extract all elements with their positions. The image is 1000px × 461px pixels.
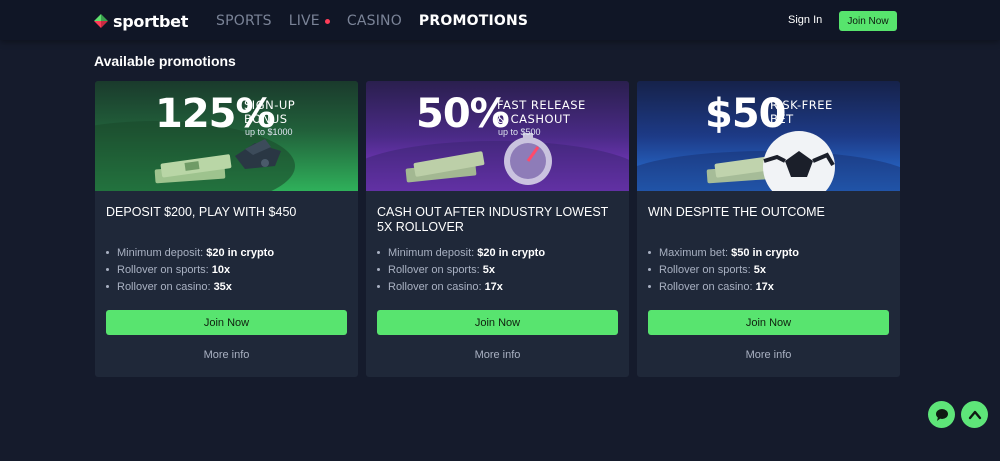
nav-live[interactable]: LIVE (289, 13, 330, 29)
banner-line-2: & CASHOUT (497, 112, 571, 126)
nav-sports-label: SPORTS (216, 13, 272, 29)
detail-value: $20 in crypto (477, 246, 546, 259)
nav-casino[interactable]: CASINO (347, 13, 402, 29)
promo-details-list: Minimum deposit: $20 in crypto Rollover o… (106, 244, 351, 295)
detail-value: 17x (755, 280, 774, 293)
banner-line-1: FAST RELEASE (497, 98, 586, 112)
detail-label: Maximum bet: (659, 246, 729, 259)
chevron-up-icon (968, 410, 981, 419)
banner-line-2: BET (770, 112, 794, 126)
detail-item: Rollover on casino: 35x (106, 278, 351, 295)
nav-promotions[interactable]: PROMOTIONS (419, 13, 528, 29)
promo-card-risk-free-bet: $50 RISK-FREE BET WIN DESPITE THE OUTCOM… (637, 81, 900, 377)
detail-value: $20 in crypto (206, 246, 275, 259)
scroll-to-top-button[interactable] (961, 401, 988, 428)
detail-label: Rollover on sports: (388, 263, 480, 276)
banner-big-number: 50% (416, 91, 510, 137)
promo-title: WIN DESPITE THE OUTCOME (648, 205, 825, 219)
chat-bubble-icon (935, 408, 948, 421)
detail-item: Rollover on sports: 5x (377, 261, 622, 278)
detail-item: Minimum deposit: $20 in crypto (377, 244, 622, 261)
promo-card-fast-release: 50% FAST RELEASE & CASHOUT up to $500 CA… (366, 81, 629, 377)
detail-value: 17x (484, 280, 503, 293)
detail-value: 5x (482, 263, 495, 276)
nav-live-label: LIVE (288, 13, 320, 29)
detail-value: $50 in crypto (731, 246, 799, 259)
banner-subline: up to $500 (498, 127, 541, 137)
join-now-button[interactable]: Join Now (377, 310, 618, 335)
detail-item: Rollover on casino: 17x (377, 278, 622, 295)
main-nav: SPORTS LIVE CASINO PROMOTIONS (216, 13, 545, 29)
promo-banner: $50 RISK-FREE BET (637, 81, 900, 191)
top-navigation-bar: sportbet SPORTS LIVE CASINO PROMOTIONS S… (0, 0, 1000, 40)
join-now-button[interactable]: Join Now (648, 310, 889, 335)
logo-text: sportbet (113, 11, 189, 31)
join-now-button[interactable]: Join Now (106, 310, 347, 335)
promo-title: CASH OUT AFTER INDUSTRY LOWEST 5X ROLLOV… (377, 205, 609, 234)
banner-line-1: SIGN-UP (244, 98, 296, 112)
detail-value: 10x (211, 263, 231, 276)
detail-label: Rollover on casino: (659, 280, 753, 293)
banner-subline: up to $1000 (245, 127, 293, 137)
promo-details-list: Maximum bet: $50 in crypto Rollover on sp… (648, 244, 893, 295)
detail-value: 35x (213, 280, 232, 293)
banner-line-2: BONUS (244, 112, 288, 126)
detail-item: Rollover on casino: 17x (648, 278, 893, 295)
promo-card-signup-bonus: 125% SIGN-UP BONUS up to $1000 DEPOSIT $… (95, 81, 358, 377)
detail-item: Rollover on sports: 5x (648, 261, 893, 278)
live-indicator-dot (324, 18, 330, 24)
more-info-link[interactable]: More info (637, 349, 900, 361)
section-title: Available promotions (94, 53, 236, 69)
sportbet-logo[interactable]: sportbet (94, 11, 188, 31)
join-now-header-button[interactable]: Join Now (839, 11, 897, 31)
detail-item: Maximum bet: $50 in crypto (648, 244, 893, 261)
sign-in-link[interactable]: Sign In (788, 14, 822, 26)
detail-label: Minimum deposit: (117, 246, 204, 259)
promo-banner: 50% FAST RELEASE & CASHOUT up to $500 (366, 81, 629, 191)
detail-value: 5x (753, 263, 766, 276)
detail-label: Rollover on casino: (388, 280, 482, 293)
logo-mark-icon (94, 14, 109, 28)
banner-line-1: RISK-FREE (770, 98, 833, 112)
nav-sports[interactable]: SPORTS (216, 13, 272, 29)
promo-banner: 125% SIGN-UP BONUS up to $1000 (95, 81, 358, 191)
more-info-link[interactable]: More info (95, 349, 358, 361)
detail-label: Minimum deposit: (388, 246, 475, 259)
more-info-link[interactable]: More info (366, 349, 629, 361)
detail-item: Minimum deposit: $20 in crypto (106, 244, 351, 261)
chat-button[interactable] (928, 401, 955, 428)
nav-casino-label: CASINO (346, 13, 402, 29)
detail-label: Rollover on sports: (659, 263, 751, 276)
detail-label: Rollover on casino: (117, 280, 211, 293)
detail-label: Rollover on sports: (117, 263, 209, 276)
promo-title: DEPOSIT $200, PLAY WITH $450 (106, 205, 297, 219)
nav-promotions-label: PROMOTIONS (418, 13, 529, 29)
promo-details-list: Minimum deposit: $20 in crypto Rollover o… (377, 244, 622, 295)
detail-item: Rollover on sports: 10x (106, 261, 351, 278)
